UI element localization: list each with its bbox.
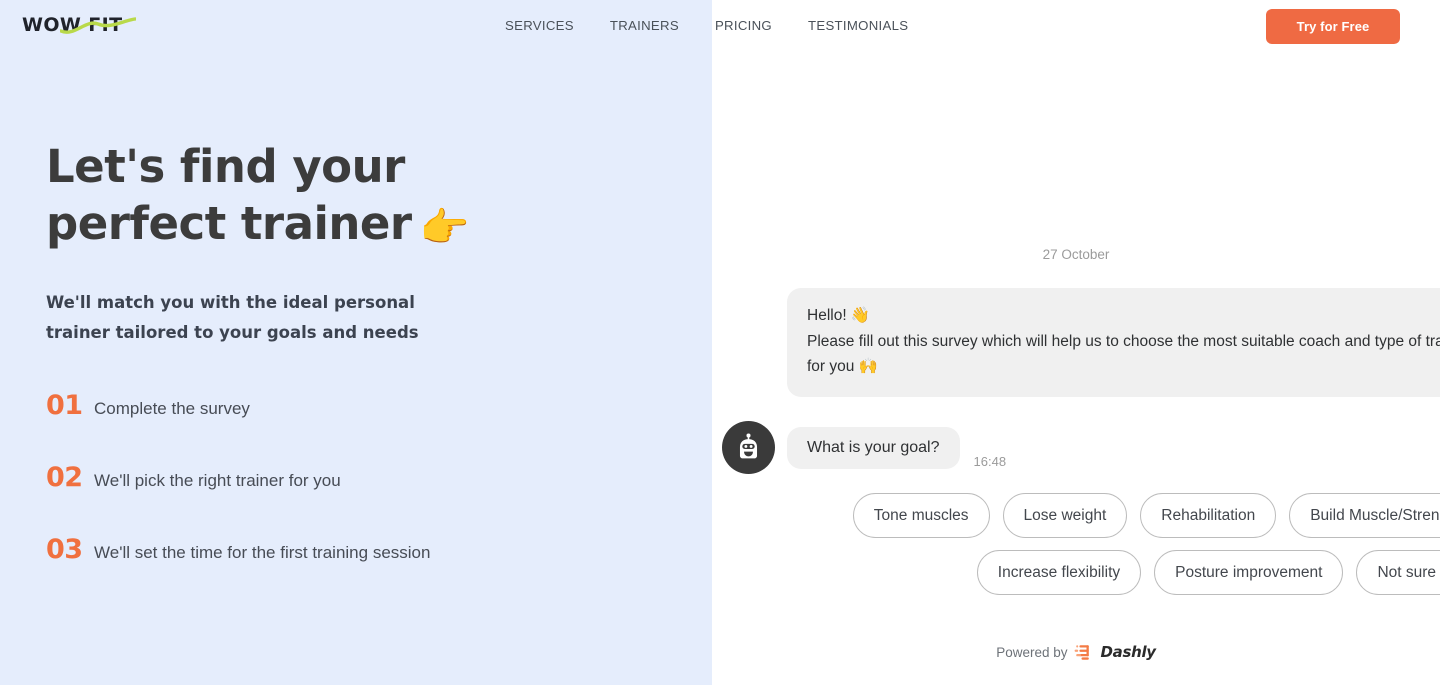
step-item-3: 03 We'll set the time for the first trai… [46,534,686,606]
pointing-right-emoji-icon: 👉 [419,205,470,251]
nav-item-testimonials[interactable]: TESTIMONIALS [808,18,908,33]
nav-item-pricing[interactable]: PRICING [715,18,772,33]
hero-content: Let's find your perfect trainer 👉 We'll m… [46,138,686,606]
quick-reply-rehabilitation[interactable]: Rehabilitation [1140,493,1277,538]
step-number: 02 [46,462,83,493]
brand-logo-text: WOW FIT [22,14,123,36]
chat-message-bubble-intro: Hello! 👋 Please fill out this survey whi… [787,288,1440,397]
step-label: We'll set the time for the first trainin… [94,543,431,562]
step-label: Complete the survey [94,399,250,418]
powered-by-label: Powered by [996,644,1068,660]
brand-logo[interactable]: WOW FIT [22,13,162,39]
steps-list: 01 Complete the survey 02 We'll pick the… [46,390,686,606]
quick-reply-tone-muscles[interactable]: Tone muscles [852,493,990,538]
dashly-logo-icon [1075,644,1090,660]
robot-icon [722,421,775,474]
step-label: We'll pick the right trainer for you [94,471,341,490]
step-item-2: 02 We'll pick the right trainer for you [46,462,686,534]
chat-widget-panel: 27 October Hello! 👋 Please fill out this… [712,0,1440,685]
step-item-1: 01 Complete the survey [46,390,686,462]
quick-reply-posture-improvement[interactable]: Posture improvement [1154,550,1344,595]
quick-reply-increase-flexibility[interactable]: Increase flexibility [976,550,1142,595]
quick-reply-lose-weight[interactable]: Lose weight [1002,493,1128,538]
powered-by-footer[interactable]: Powered by Dashly [712,643,1440,661]
chat-message-bubble-question: What is your goal? [787,426,960,469]
dashly-wordmark: Dashly [1100,643,1156,661]
quick-reply-build-muscle-strength[interactable]: Build Muscle/Strength [1289,493,1440,538]
chat-date-divider: 27 October [1042,247,1110,262]
hero-title-text: Let's find your perfect trainer [46,140,412,250]
nav-item-services[interactable]: SERVICES [505,18,574,33]
chat-message-row-question: What is your goal? 16:48 [722,421,1006,474]
quick-reply-chip-group: Tone muscles Lose weight Rehabilitation … [732,493,1440,595]
hero-subtitle: We'll match you with the ideal personal … [46,293,419,342]
step-number: 03 [46,534,83,565]
try-for-free-button[interactable]: Try for Free [1266,9,1400,44]
landing-page-with-chat-widget: WOW FIT SERVICES TRAINERS PRICING TESTIM… [0,0,1440,685]
site-header: WOW FIT SERVICES TRAINERS PRICING TESTIM… [0,0,1440,52]
nav-item-trainers[interactable]: TRAINERS [610,18,679,33]
step-number: 01 [46,390,83,421]
main-navigation: SERVICES TRAINERS PRICING TESTIMONIALS [505,18,908,33]
robot-avatar-glyph [739,433,758,459]
quick-reply-not-sure-yet[interactable]: Not sure yet [1356,550,1440,595]
hero-title: Let's find your perfect trainer 👉 [46,138,686,257]
chat-message-timestamp: 16:48 [973,454,1007,469]
